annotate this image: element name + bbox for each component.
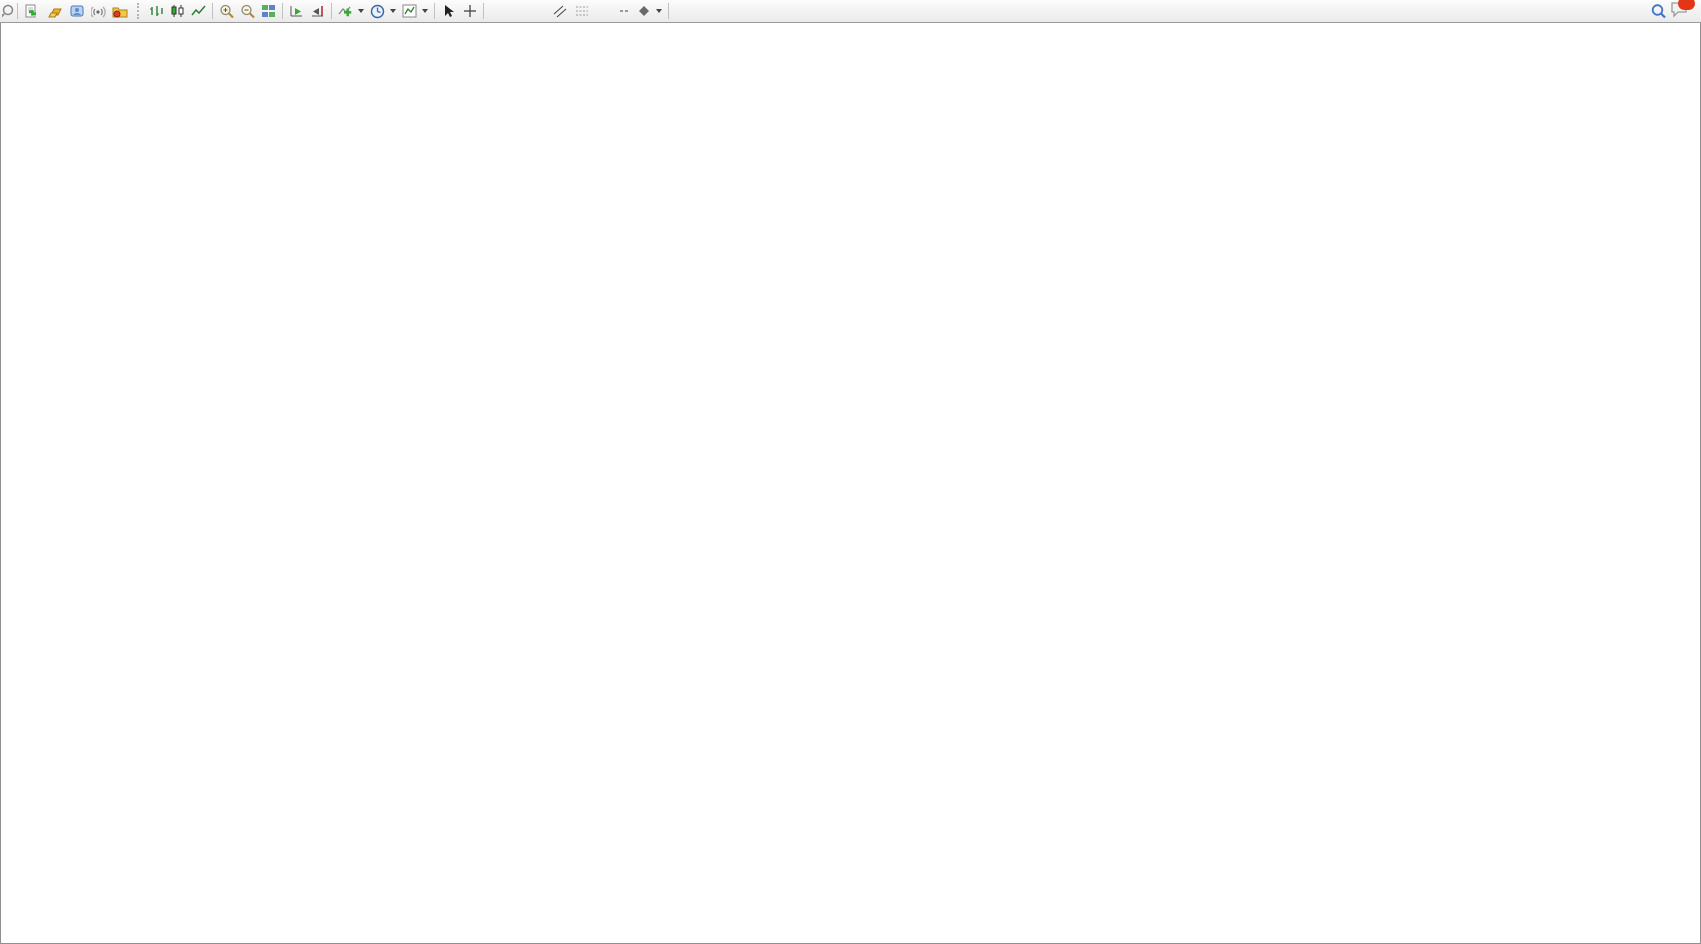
zoom-out-button[interactable]: [237, 2, 258, 21]
notifications-button[interactable]: [1670, 1, 1689, 21]
gold-icon: [48, 5, 64, 18]
text-tool-button[interactable]: [592, 2, 613, 21]
candle-chart-button[interactable]: [167, 2, 188, 21]
main-toolbar: [0, 0, 1701, 23]
arrows-tool-button[interactable]: [634, 2, 665, 21]
label-tool-button[interactable]: [613, 2, 634, 21]
dropdown-caret: [422, 9, 428, 13]
template-icon: [402, 4, 417, 18]
label-tool-icon: [620, 10, 628, 12]
tile-windows-icon: [261, 4, 276, 18]
fibonacci-tool-button[interactable]: [571, 2, 592, 21]
cursor-icon: [442, 4, 455, 18]
clock-icon: [370, 4, 385, 19]
signal-icon: [91, 4, 106, 18]
toolbar-separator: [17, 3, 18, 19]
auto-scroll-button[interactable]: [286, 2, 307, 21]
arrows-icon: [637, 5, 651, 18]
toolbar-separator: [483, 3, 484, 19]
search-button[interactable]: [1647, 2, 1670, 21]
channel-tool-button[interactable]: [550, 2, 571, 21]
add-indicator-button[interactable]: [335, 2, 367, 21]
chart-shift-button[interactable]: [307, 2, 328, 21]
auto-scroll-icon: [289, 4, 304, 18]
toolbar-separator: [331, 3, 332, 19]
zoom-in-button[interactable]: [216, 2, 237, 21]
clipped-magnifier-icon[interactable]: [2, 2, 14, 20]
crosshair-icon: [463, 4, 477, 18]
toolbar-grip: [137, 3, 143, 19]
vline-tool-button[interactable]: [487, 2, 508, 21]
add-indicator-icon: [338, 4, 353, 18]
candle-chart-icon: [170, 4, 185, 18]
periods-clock-button[interactable]: [367, 2, 399, 21]
line-chart-button[interactable]: [188, 2, 209, 21]
dropdown-caret: [358, 9, 364, 13]
templates-button[interactable]: [399, 2, 431, 21]
toolbar-separator: [434, 3, 435, 19]
toolbar-separator: [668, 3, 669, 19]
equidistant-channel-icon: [553, 4, 568, 18]
bar-chart-button[interactable]: [146, 2, 167, 21]
search-icon: [1650, 3, 1667, 20]
new-order-button[interactable]: [21, 2, 45, 21]
hline-tool-button[interactable]: [508, 2, 529, 21]
zoom-out-icon: [240, 4, 255, 19]
signals-button[interactable]: [88, 2, 109, 21]
toolbar-separator: [282, 3, 283, 19]
auto-trading-button[interactable]: [109, 2, 134, 21]
trendline-tool-button[interactable]: [529, 2, 550, 21]
new-order-icon: [24, 4, 39, 19]
toolbar-separator: [212, 3, 213, 19]
terminal-button[interactable]: [67, 2, 88, 21]
line-chart-icon: [191, 4, 206, 18]
notification-badge: [1678, 0, 1695, 10]
cursor-tool-button[interactable]: [438, 2, 459, 21]
chart-shift-icon: [310, 4, 325, 18]
dropdown-caret: [390, 9, 396, 13]
fibonacci-icon: [575, 4, 589, 18]
bar-chart-icon: [149, 4, 164, 18]
crosshair-tool-button[interactable]: [459, 2, 480, 21]
zoom-in-icon: [219, 4, 234, 19]
auto-trading-icon: [112, 4, 128, 18]
tile-windows-button[interactable]: [258, 2, 279, 21]
chart-canvas[interactable]: [0, 22, 1701, 944]
market-gold-button[interactable]: [45, 2, 67, 21]
dropdown-caret: [656, 9, 662, 13]
terminal-icon: [70, 4, 85, 18]
